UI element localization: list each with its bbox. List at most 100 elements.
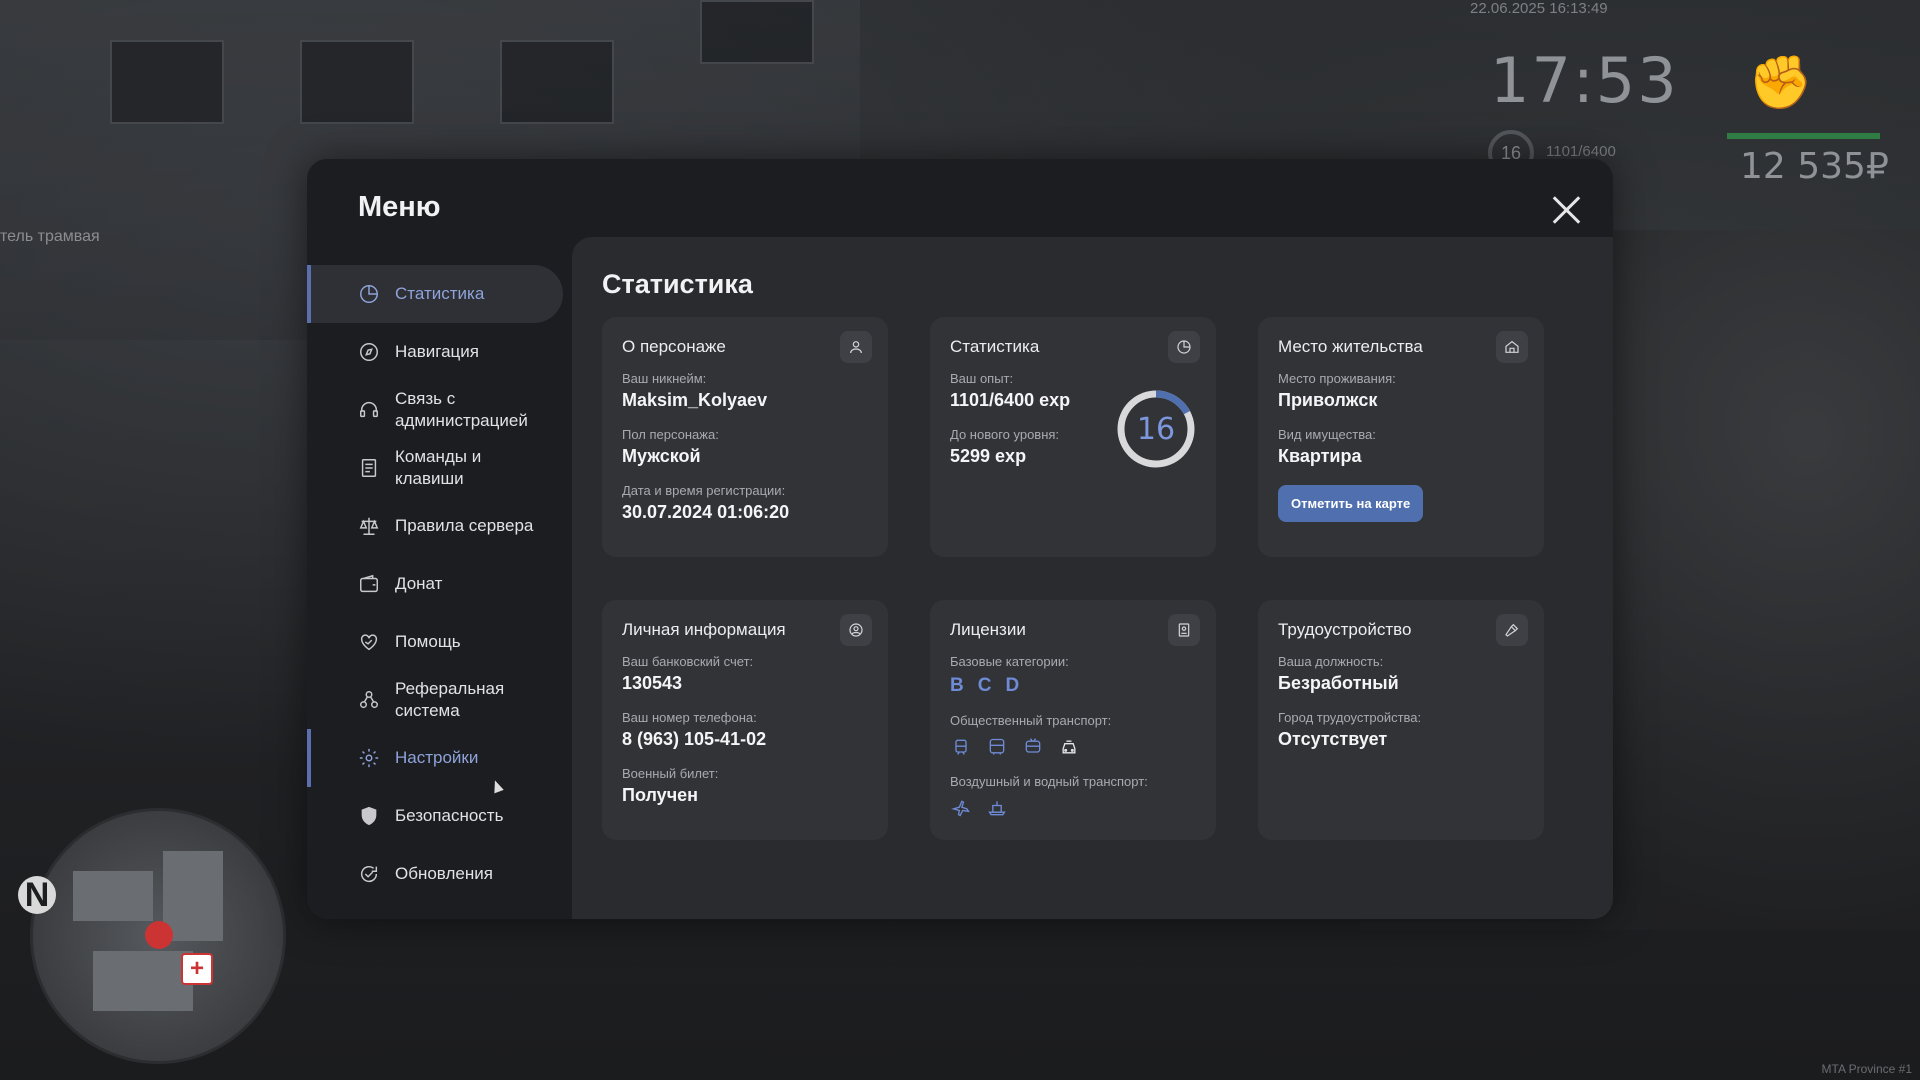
sidebar-item-statistics[interactable]: Статистика — [307, 265, 563, 323]
gear-icon — [357, 746, 381, 770]
field-label: Базовые категории: — [950, 654, 1069, 669]
license-category: D — [1005, 675, 1020, 696]
card-title: Трудоустройство — [1278, 620, 1412, 639]
pie-chart-icon — [357, 282, 381, 306]
hud-health-bar — [1727, 133, 1880, 139]
registration-value: 30.07.2024 01:06:20 — [622, 502, 790, 522]
card-title: Статистика — [950, 337, 1040, 356]
house-icon — [1496, 331, 1528, 363]
sidebar-item-label: Реферальная система — [395, 679, 505, 720]
content-panel: Статистика О персонаже Ваш никнейм: Maks… — [572, 237, 1613, 919]
tram-icon — [950, 736, 972, 758]
job-position-value: Безработный — [1278, 673, 1399, 693]
nickname-value: Maksim_Kolyaev — [622, 390, 768, 410]
boat-icon — [986, 797, 1008, 819]
server-watermark: MTA Province #1 — [1821, 1062, 1912, 1076]
hud-exp: 1101/6400 — [1546, 143, 1616, 160]
license-category: C — [977, 675, 992, 696]
sidebar-item-label: Помощь — [395, 632, 461, 651]
sidebar-item-rules[interactable]: Правила сервера — [307, 497, 563, 555]
user-circle-icon — [840, 614, 872, 646]
level-number: 16 — [1136, 411, 1176, 447]
street-label: тель трамвая — [0, 228, 100, 245]
background-window — [110, 40, 224, 124]
property-type-value: Квартира — [1278, 446, 1362, 466]
sidebar-item-help[interactable]: Помощь — [307, 613, 563, 671]
phone-value: 8 (963) 105-41-02 — [622, 729, 767, 749]
card-title: Личная информация — [622, 620, 786, 639]
user-icon — [840, 331, 872, 363]
sidebar-item-commands[interactable]: Команды и клавиши — [307, 439, 563, 497]
plane-icon — [950, 797, 972, 819]
heart-handshake-icon — [357, 630, 381, 654]
field-label: Общественный транспорт: — [950, 713, 1112, 728]
hud-datetime: 22.06.2025 16:13:49 — [1470, 0, 1608, 17]
document-icon — [357, 456, 381, 480]
scales-icon — [357, 514, 381, 538]
sidebar-item-settings[interactable]: Настройки — [307, 729, 563, 787]
sidebar-item-donate[interactable]: Донат — [307, 555, 563, 613]
sidebar-item-label: Навигация — [395, 342, 479, 361]
background-window — [500, 40, 614, 124]
sidebar-item-label: Статистика — [395, 284, 485, 303]
referral-icon — [357, 688, 381, 712]
compass-north: N — [18, 876, 56, 914]
field-label: Ваш никнейм: — [622, 371, 707, 386]
compass-icon — [357, 340, 381, 364]
field-label: Ваш опыт: — [950, 371, 1014, 386]
sidebar-item-admin-contact[interactable]: Связь с администрацией — [307, 381, 563, 439]
hud-clock: 17:53 — [1490, 44, 1679, 117]
license-category: B — [950, 675, 964, 696]
headset-icon — [357, 398, 381, 422]
bus-icon — [986, 736, 1008, 758]
sidebar-item-label: Настройки — [395, 748, 479, 767]
pie-chart-icon — [1168, 331, 1200, 363]
page-title: Статистика — [602, 269, 753, 299]
close-icon[interactable] — [1551, 195, 1581, 225]
character-card: О персонаже Ваш никнейм: Maksim_Kolyaev … — [602, 317, 888, 557]
field-label: Место проживания: — [1278, 371, 1396, 386]
field-label: Ваш номер телефона: — [622, 710, 757, 725]
card-title: Лицензии — [950, 620, 1026, 639]
background-window — [700, 0, 814, 64]
military-id-value: Получен — [622, 785, 699, 805]
personal-info-card: Личная информация Ваш банковский счет: 1… — [602, 600, 888, 840]
menu-title: Меню — [358, 191, 441, 223]
sidebar-item-label: Обновления — [395, 864, 493, 883]
air-water-transport-icons — [950, 797, 1196, 819]
shield-icon — [357, 804, 381, 828]
field-label: Дата и время регистрации: — [622, 483, 786, 498]
field-label: Ваш банковский счет: — [622, 654, 754, 669]
card-title: Место жительства — [1278, 337, 1423, 356]
residence-card: Место жительства Место проживания: Приво… — [1258, 317, 1544, 557]
job-city-value: Отсутствует — [1278, 729, 1388, 749]
residence-place-value: Приволжск — [1278, 390, 1378, 410]
sidebar-item-security[interactable]: Безопасность — [307, 787, 563, 845]
field-label: Вид имущества: — [1278, 427, 1376, 442]
sidebar-item-referral[interactable]: Реферальная система — [307, 671, 563, 729]
sidebar-item-label: Донат — [395, 574, 443, 593]
field-label: Воздушный и водный транспорт: — [950, 774, 1148, 789]
hospital-icon: + — [181, 953, 213, 985]
mark-on-map-button[interactable]: Отметить на карте — [1278, 485, 1424, 522]
sidebar-item-label: Команды и клавиши — [395, 447, 482, 488]
stats-card: Статистика Ваш опыт: 1101/6400 exp До но… — [930, 317, 1216, 557]
field-label: Военный билет: — [622, 766, 719, 781]
sidebar-item-updates[interactable]: Обновления — [307, 845, 563, 903]
fist-icon: ✊ — [1748, 54, 1813, 112]
trolleybus-icon — [1022, 736, 1044, 758]
refresh-check-icon — [357, 862, 381, 886]
player-marker-icon — [145, 921, 173, 949]
public-transport-icons — [950, 736, 1196, 758]
minimap: + — [30, 808, 286, 1064]
field-label: Город трудоустройства: — [1278, 710, 1422, 725]
gender-value: Мужской — [622, 446, 701, 466]
hud-money: 12 535₽ — [1740, 146, 1889, 187]
sidebar-item-navigation[interactable]: Навигация — [307, 323, 563, 381]
bank-account-value: 130543 — [622, 673, 683, 693]
background-window — [300, 40, 414, 124]
field-label: Ваша должность: — [1278, 654, 1384, 669]
card-title: О персонаже — [622, 337, 726, 356]
sidebar-item-label: Связь с администрацией — [395, 389, 528, 430]
sidebar: Статистика Навигация Связь с администрац… — [307, 265, 563, 903]
